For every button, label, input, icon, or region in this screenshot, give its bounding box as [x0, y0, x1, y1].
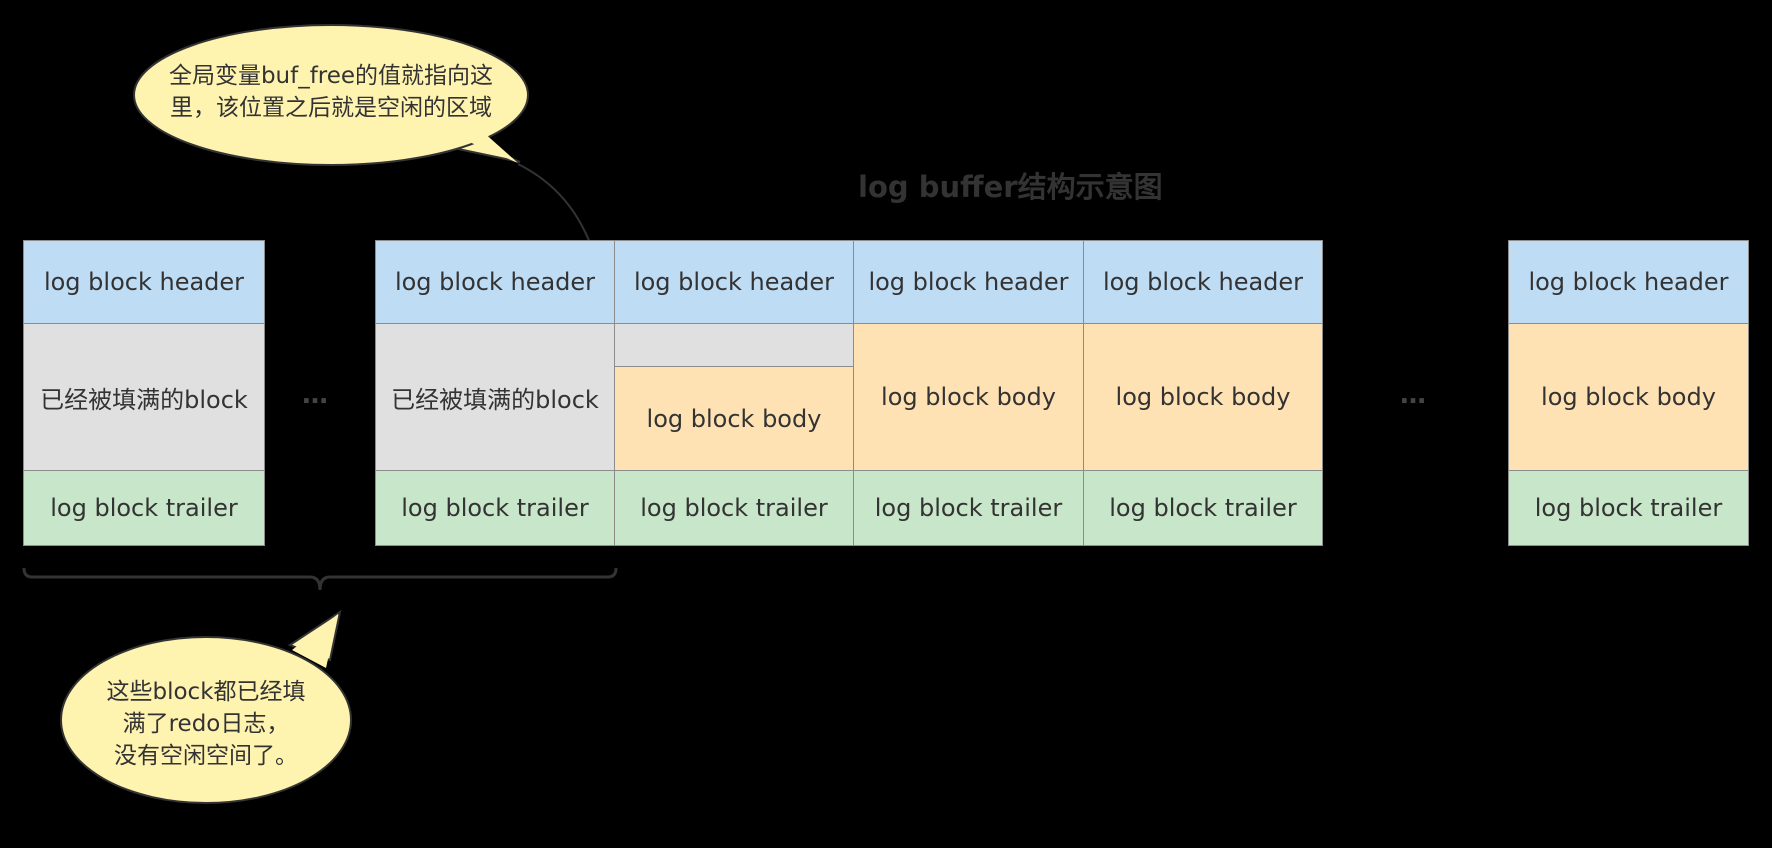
log-buffer-diagram: log buffer结构示意图 log block header 已经被填满的b… — [0, 0, 1772, 848]
block3-header: log block header — [614, 240, 854, 324]
diagram-title: log buffer结构示意图 — [858, 170, 1163, 204]
block1-header: log block header — [23, 240, 265, 324]
block2-header: log block header — [375, 240, 615, 324]
top-callout-line2: 里，该位置之后就是空闲的区域 — [170, 95, 492, 121]
block6-header: log block header — [1508, 240, 1749, 324]
block2-trailer: log block trailer — [375, 470, 615, 546]
block3-trailer: log block trailer — [614, 470, 854, 546]
block5-trailer: log block trailer — [1083, 470, 1323, 546]
ellipsis-right: … — [1400, 380, 1427, 410]
block5-body: log block body — [1083, 323, 1323, 471]
block3-body: log block body — [614, 366, 854, 471]
top-callout-text: 全局变量buf_free的值就指向这 里，该位置之后就是空闲的区域 — [154, 60, 508, 124]
block6-body: log block body — [1508, 323, 1749, 471]
block1-trailer: log block trailer — [23, 470, 265, 546]
bottom-callout-text: 这些block都已经填 满了redo日志， 没有空闲空间了。 — [86, 676, 326, 772]
ellipsis-left: … — [302, 380, 329, 410]
bottom-callout-line3: 没有空闲空间了。 — [114, 743, 298, 769]
block6-trailer: log block trailer — [1508, 470, 1749, 546]
filled-blocks-brace — [22, 567, 618, 591]
block5-header: log block header — [1083, 240, 1323, 324]
block4-body: log block body — [853, 323, 1084, 471]
block2-filled: 已经被填满的block — [375, 323, 615, 471]
block4-header: log block header — [853, 240, 1084, 324]
block1-filled: 已经被填满的block — [23, 323, 265, 471]
top-callout-line1: 全局变量buf_free的值就指向这 — [168, 63, 494, 89]
bottom-callout-line2: 满了redo日志， — [122, 711, 290, 737]
block4-trailer: log block trailer — [853, 470, 1084, 546]
bottom-callout-line1: 这些block都已经填 — [106, 679, 306, 705]
block3-used-area — [614, 323, 854, 367]
